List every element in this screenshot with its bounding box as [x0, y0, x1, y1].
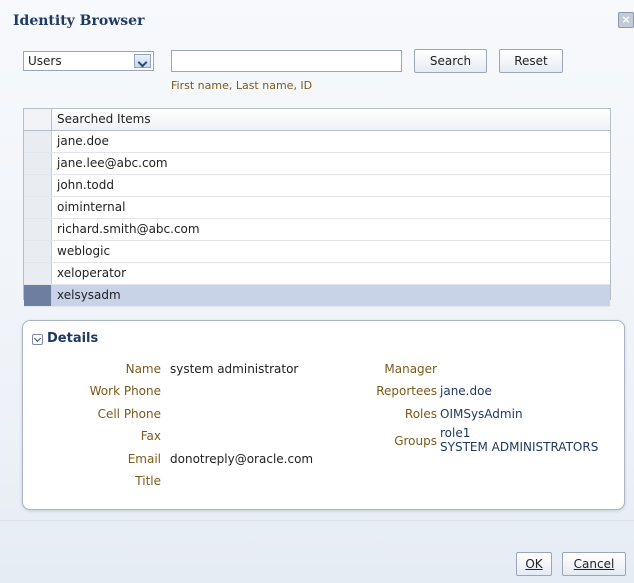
details-panel: Details Name system administrator Work P… [22, 320, 625, 510]
dialog-title: Identity Browser [13, 13, 145, 29]
label-groups: Groups [394, 434, 437, 448]
close-icon[interactable]: × [618, 12, 634, 28]
type-select[interactable]: Users [23, 51, 154, 71]
search-input[interactable] [171, 50, 402, 72]
search-hint: First name, Last name, ID [171, 79, 313, 92]
results-table: Searched Items jane.doe jane.lee@abc.com j… [23, 108, 611, 307]
value-name: system administrator [170, 362, 299, 376]
row-header[interactable] [24, 131, 52, 152]
value-roles[interactable]: OIMSysAdmin [440, 407, 523, 421]
label-cell-phone: Cell Phone [97, 407, 161, 421]
row-header[interactable] [24, 197, 52, 218]
value-email: donotreply@oracle.com [170, 452, 314, 466]
row-header[interactable] [24, 285, 52, 306]
column-header-searched-items[interactable]: Searched Items [57, 112, 151, 126]
table-cell-searched-item: weblogic [57, 244, 111, 258]
type-select-value: Users [28, 54, 62, 68]
value-reportees[interactable]: jane.doe [440, 384, 492, 398]
table-cell-searched-item: jane.doe [57, 134, 109, 148]
row-header[interactable] [24, 153, 52, 174]
label-work-phone: Work Phone [89, 384, 161, 398]
table-row[interactable]: weblogic [24, 241, 610, 263]
table-row[interactable]: richard.smith@abc.com [24, 219, 610, 241]
details-title: Details [47, 331, 99, 346]
row-header[interactable] [24, 175, 52, 196]
row-header[interactable] [24, 241, 52, 262]
footer-divider [0, 520, 634, 521]
search-button[interactable]: Search [414, 49, 487, 73]
table-cell-searched-item: john.todd [57, 178, 114, 192]
label-title: Title [135, 474, 161, 488]
table-cell-searched-item: jane.lee@abc.com [57, 156, 168, 170]
label-reportees: Reportees [376, 384, 437, 398]
label-fax: Fax [140, 429, 161, 443]
reset-button[interactable]: Reset [499, 49, 563, 73]
chevron-down-icon[interactable] [134, 54, 151, 68]
table-row[interactable]: jane.lee@abc.com [24, 153, 610, 175]
collapse-toggle-icon[interactable] [32, 334, 43, 345]
cancel-button[interactable]: Cancel [562, 552, 626, 576]
table-cell-searched-item: xeloperator [57, 266, 127, 280]
table-cell-searched-item: richard.smith@abc.com [57, 222, 200, 236]
label-manager: Manager [384, 362, 437, 376]
results-rows: jane.doe jane.lee@abc.com john.todd oiminte… [24, 131, 610, 307]
table-row[interactable]: john.todd [24, 175, 610, 197]
label-name: Name [125, 362, 161, 376]
table-row[interactable]: jane.doe [24, 131, 610, 153]
label-roles: Roles [404, 407, 437, 421]
table-row[interactable]: xelsysadm [24, 285, 610, 307]
table-cell-searched-item: xelsysadm [57, 288, 121, 302]
table-cell-searched-item: oiminternal [57, 200, 126, 214]
cancel-button-label: Cancel [573, 557, 615, 571]
results-table-header: Searched Items [24, 109, 610, 131]
label-email: Email [127, 452, 161, 466]
row-header-corner [24, 109, 52, 130]
value-group-role1[interactable]: role1 [440, 426, 470, 440]
ok-button-label: OK [525, 557, 543, 571]
row-header[interactable] [24, 263, 52, 284]
ok-button[interactable]: OK [516, 552, 552, 576]
row-header[interactable] [24, 219, 52, 240]
table-row[interactable]: oiminternal [24, 197, 610, 219]
value-group-system-administrators[interactable]: SYSTEM ADMINISTRATORS [440, 440, 598, 454]
table-row[interactable]: xeloperator [24, 263, 610, 285]
